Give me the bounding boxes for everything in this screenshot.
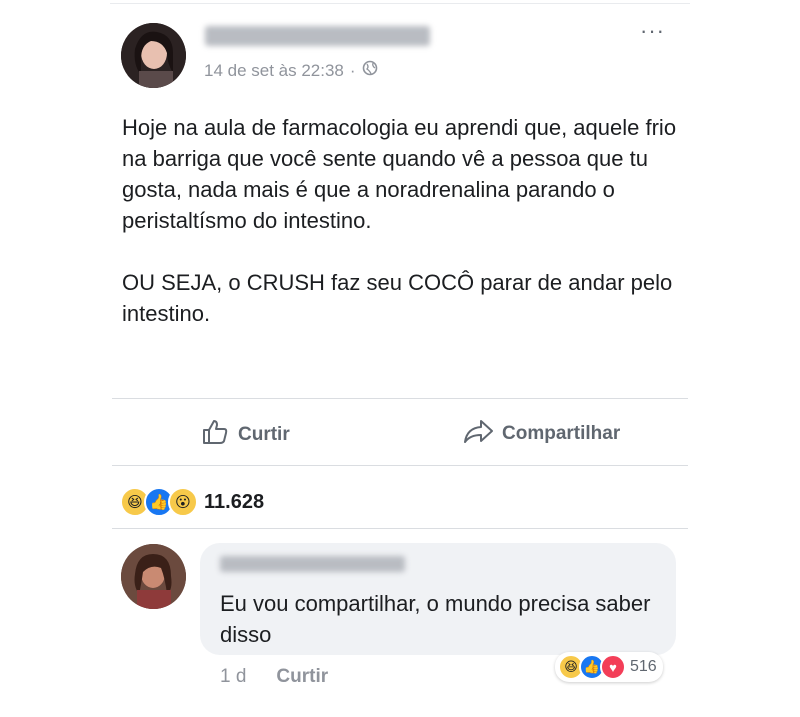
post-body: Hoje na aula de farmacologia eu aprendi …	[122, 112, 682, 329]
comment-time[interactable]: 1 d	[220, 666, 246, 688]
comment-reaction-count: 516	[630, 658, 657, 675]
more-options-icon[interactable]: ···	[640, 18, 665, 44]
share-label: Compartilhar	[502, 423, 621, 444]
globe-icon	[362, 60, 378, 81]
comment-reaction-summary[interactable]: 😆 👍 ♥ 516	[555, 652, 663, 682]
post-author-name-redacted[interactable]	[205, 26, 430, 46]
share-arrow-icon	[462, 417, 494, 451]
post-meta: 14 de set às 22:38 ·	[204, 60, 378, 81]
divider	[112, 465, 688, 466]
post-paragraph: Hoje na aula de farmacologia eu aprendi …	[122, 115, 677, 233]
post-paragraph: OU SEJA, o CRUSH faz seu COCÔ parar de a…	[122, 270, 673, 326]
divider	[112, 398, 688, 399]
meta-separator: ·	[349, 60, 356, 80]
share-button[interactable]: Compartilhar	[462, 417, 620, 451]
post-author-avatar[interactable]	[121, 23, 186, 88]
wow-reaction-icon: 😮	[168, 487, 198, 517]
love-reaction-icon: ♥	[600, 654, 626, 680]
post-timestamp[interactable]: 14 de set às 22:38	[204, 61, 344, 81]
comment-text: Eu vou compartilhar, o mundo precisa sab…	[220, 591, 651, 647]
comment-meta: 1 d Curtir	[220, 666, 328, 688]
like-label: Curtir	[238, 424, 290, 445]
comment-like-button[interactable]: Curtir	[276, 666, 328, 688]
commenter-name-redacted[interactable]	[220, 556, 405, 572]
thumbs-up-icon	[200, 417, 230, 453]
divider	[112, 528, 688, 529]
commenter-avatar[interactable]	[121, 544, 186, 609]
like-button[interactable]: Curtir	[200, 417, 290, 453]
reaction-count: 11.628	[204, 490, 265, 513]
top-separator	[110, 3, 690, 4]
reaction-summary[interactable]: 😆 👍 😮 11.628	[120, 487, 264, 517]
